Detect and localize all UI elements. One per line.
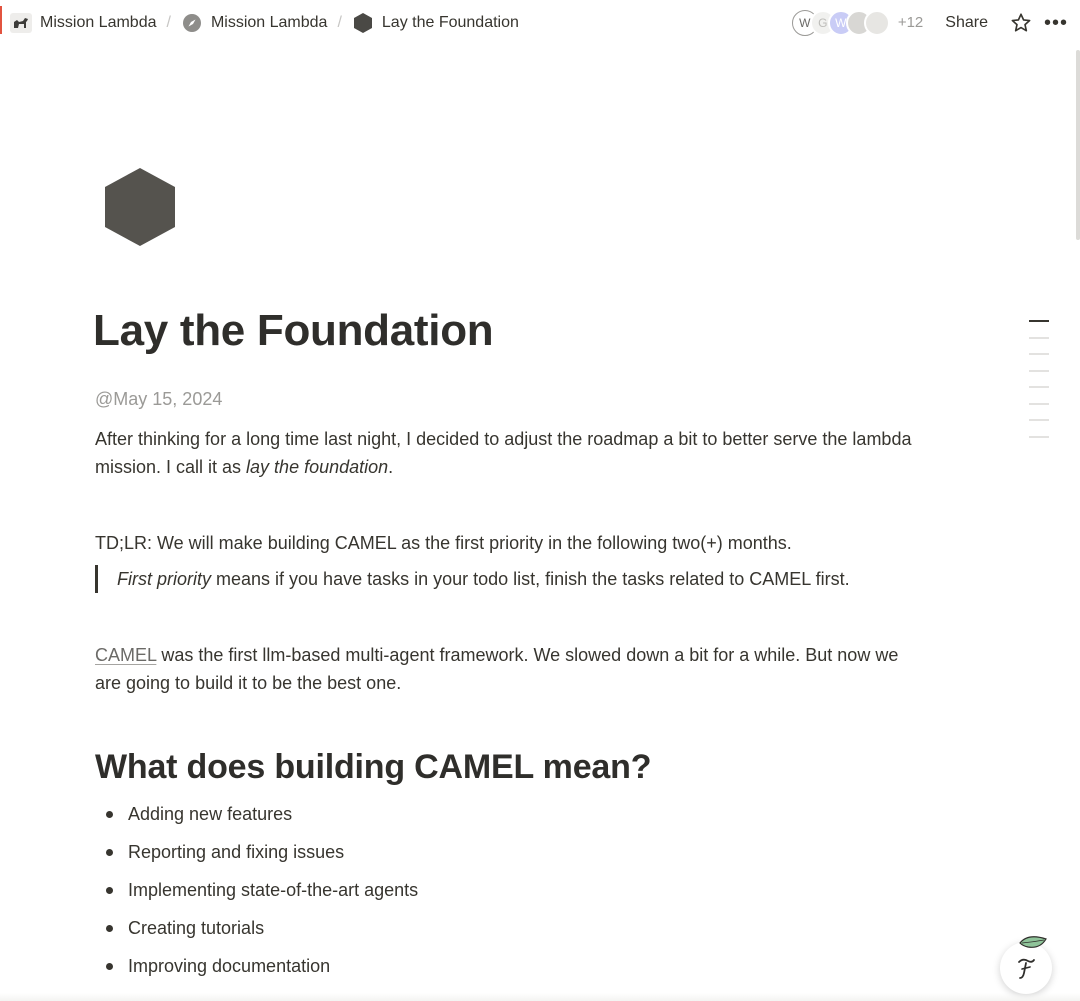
bottom-fade bbox=[0, 993, 1080, 1001]
leaf-icon bbox=[1019, 936, 1047, 948]
more-horizontal-icon[interactable]: ••• bbox=[1044, 13, 1068, 33]
toc-line[interactable] bbox=[1029, 369, 1049, 372]
breadcrumb-label: Lay the Foundation bbox=[381, 13, 519, 31]
camel-link[interactable]: CAMEL bbox=[95, 645, 156, 665]
list-item-text: Adding new features bbox=[128, 804, 293, 824]
list-item-text: Implementing state-of-the-art agents bbox=[128, 880, 419, 900]
toc-line[interactable] bbox=[1029, 353, 1049, 355]
breadcrumb-item-workspace[interactable]: Mission Lambda bbox=[4, 10, 163, 36]
empty-block bbox=[95, 593, 925, 641]
intro-end: . bbox=[388, 457, 394, 477]
top-right-tools: W G W +12 Share ••• bbox=[791, 9, 1068, 36]
list-item[interactable]: Reporting and fixing issues bbox=[95, 833, 925, 871]
collaborator-avatars[interactable]: W G W bbox=[791, 9, 890, 36]
quote-italic-text: First priority bbox=[117, 569, 211, 589]
list-item-text: Improving documentation bbox=[128, 956, 331, 976]
share-button[interactable]: Share bbox=[945, 14, 988, 32]
quote-text: First priority means if you have tasks i… bbox=[117, 565, 850, 593]
bullet-dot bbox=[106, 886, 113, 894]
intro-text: After thinking for a long time last nigh… bbox=[95, 429, 912, 477]
list-item-text: Creating tutorials bbox=[128, 918, 265, 938]
section-heading[interactable]: What does building CAMEL mean? bbox=[95, 750, 925, 784]
quote-bar bbox=[95, 565, 98, 593]
bullet-dot bbox=[106, 810, 113, 818]
camel-text: was the first llm-based multi-agent fram… bbox=[95, 645, 899, 693]
toc-line[interactable] bbox=[1029, 419, 1049, 421]
list-item[interactable]: Adding new features bbox=[95, 795, 925, 833]
bullet-dot bbox=[106, 848, 113, 856]
avatar[interactable] bbox=[863, 9, 890, 36]
compass-icon bbox=[181, 12, 203, 34]
toc-line[interactable] bbox=[1029, 402, 1049, 405]
bullet-list: Adding new features Reporting and fixing… bbox=[95, 795, 925, 985]
notion-ai-face-icon bbox=[1018, 958, 1035, 979]
breadcrumb-item-parent[interactable]: Mission Lambda bbox=[175, 10, 334, 36]
hexagon-icon[interactable] bbox=[103, 166, 177, 248]
list-item[interactable]: Implementing state-of-the-art agents bbox=[95, 871, 925, 909]
list-item[interactable]: Creating tutorials bbox=[95, 909, 925, 947]
list-item[interactable]: Improving documentation bbox=[95, 947, 925, 985]
empty-block bbox=[95, 481, 925, 529]
quote-block[interactable]: First priority means if you have tasks i… bbox=[95, 565, 925, 593]
toc-line[interactable] bbox=[1029, 386, 1049, 388]
star-icon[interactable] bbox=[1008, 10, 1034, 36]
page-title[interactable]: Lay the Foundation bbox=[93, 306, 494, 356]
breadcrumb-label: Mission Lambda bbox=[40, 13, 157, 31]
date-mention[interactable]: @May 15, 2024 bbox=[95, 389, 222, 410]
top-bar: Mission Lambda / Mission Lambda / Lay th… bbox=[0, 0, 1080, 45]
breadcrumb-label: Mission Lambda bbox=[210, 13, 328, 31]
toc-line[interactable] bbox=[1029, 320, 1049, 322]
table-of-contents-minimap[interactable] bbox=[1029, 320, 1049, 452]
scrollbar-thumb[interactable] bbox=[1076, 50, 1080, 240]
breadcrumb: Mission Lambda / Mission Lambda / Lay th… bbox=[4, 10, 525, 36]
breadcrumb-separator: / bbox=[166, 13, 171, 31]
toc-line[interactable] bbox=[1029, 435, 1049, 438]
tldr-paragraph[interactable]: TD;LR: We will make building CAMEL as th… bbox=[95, 529, 925, 557]
toc-line[interactable] bbox=[1029, 336, 1049, 339]
breadcrumb-separator: / bbox=[337, 13, 342, 31]
breadcrumb-item-current[interactable]: Lay the Foundation bbox=[346, 10, 525, 36]
hexagon-icon bbox=[352, 12, 374, 34]
bullet-dot bbox=[106, 962, 113, 970]
page-content: After thinking for a long time last nigh… bbox=[95, 425, 925, 985]
camel-icon bbox=[10, 12, 32, 34]
quote-rest-text: means if you have tasks in your todo lis… bbox=[211, 569, 850, 589]
intro-italic-text: lay the foundation bbox=[246, 457, 389, 477]
intro-paragraph[interactable]: After thinking for a long time last nigh… bbox=[95, 425, 925, 481]
camel-paragraph[interactable]: CAMEL was the first llm-based multi-agen… bbox=[95, 641, 925, 697]
collaborators-more-count[interactable]: +12 bbox=[898, 14, 923, 31]
bullet-dot bbox=[106, 924, 113, 932]
list-item-text: Reporting and fixing issues bbox=[128, 842, 345, 862]
